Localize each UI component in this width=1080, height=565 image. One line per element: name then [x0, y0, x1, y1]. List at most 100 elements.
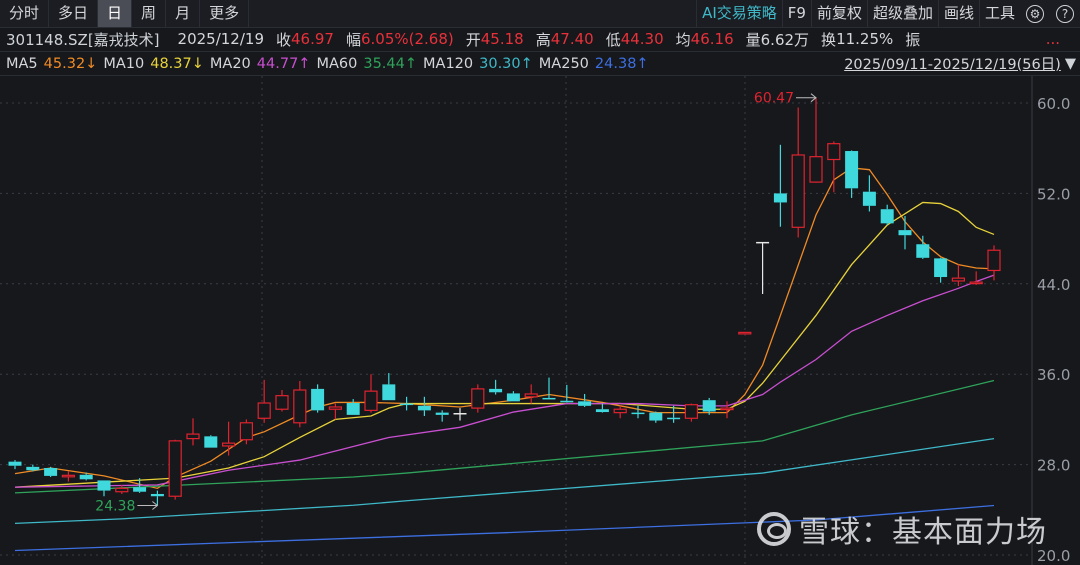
ma-legend-name-ma20[interactable]: MA20: [210, 56, 251, 72]
candle: [987, 245, 1001, 281]
candle-body: [293, 389, 307, 424]
ma-legend-value-ma60: 35.44↑: [363, 55, 418, 72]
ai-strategy-button[interactable]: AI交易策略: [696, 0, 782, 27]
candle: [791, 107, 805, 238]
overlay-button[interactable]: 超级叠加: [866, 0, 938, 27]
xueqiu-logo-icon: [757, 512, 791, 546]
candlestick-chart[interactable]: 60.052.044.036.028.020.060.4724.38: [0, 0, 1080, 565]
quote-date: 2025/12/19: [177, 30, 264, 48]
candle-body: [239, 422, 253, 441]
candle: [453, 408, 467, 421]
open-value: 45.18: [480, 30, 524, 48]
ma-legend-name-ma120[interactable]: MA120: [423, 56, 473, 72]
candle: [61, 471, 76, 482]
watermark: 雪球：基本面力场: [757, 507, 1047, 551]
candle-body: [97, 480, 111, 491]
ma-legend-value-ma250: 24.38↑: [594, 55, 649, 72]
y-tick-label: 44.0: [1037, 276, 1070, 294]
tab-monthly[interactable]: 月: [166, 0, 201, 27]
candle: [97, 480, 111, 497]
candle-body: [934, 258, 948, 278]
candle-body: [115, 487, 129, 493]
candle-body: [44, 467, 58, 476]
candle: [898, 216, 912, 250]
candle-body: [150, 493, 164, 497]
candle-body: [506, 393, 520, 402]
candle: [738, 331, 752, 335]
candle-body: [168, 440, 182, 497]
more-indicator[interactable]: ...: [1046, 30, 1060, 48]
question-icon[interactable]: ?: [1056, 4, 1074, 23]
date-range-selector[interactable]: 2025/09/11-2025/12/19(56日): [844, 53, 1061, 74]
candle-body: [631, 412, 645, 415]
candle-body: [186, 433, 200, 440]
candle: [186, 418, 200, 446]
quote-info: 301148.SZ[嘉戎技术] 2025/12/19 收 46.97 幅 6.05%…: [0, 27, 1080, 51]
candle-body: [898, 230, 912, 236]
tab-multi-day[interactable]: 多日: [49, 0, 99, 27]
high-label: 高: [535, 30, 551, 49]
candle-body: [133, 487, 147, 492]
y-tick-label: 28.0: [1037, 457, 1070, 475]
ma-legend-value-ma120: 30.30↑: [479, 55, 533, 72]
candle: [382, 373, 396, 401]
candle-body: [328, 406, 342, 410]
candle: [8, 460, 22, 470]
candle: [435, 410, 449, 422]
candle-body: [560, 400, 574, 403]
watermark-text: 雪球：基本面力场: [799, 515, 1047, 550]
candle: [916, 235, 930, 259]
candle: [506, 391, 520, 402]
candle-body: [702, 400, 716, 412]
ma-legend-name-ma5[interactable]: MA5: [6, 56, 38, 72]
dropdown-arrow-icon[interactable]: ▼: [1065, 56, 1076, 72]
candle: [560, 384, 574, 403]
candle: [44, 466, 58, 478]
candle: [275, 390, 289, 412]
ma-legend-value-ma5: 45.32↓: [43, 55, 98, 72]
candle-body: [524, 393, 538, 398]
candle: [257, 379, 271, 423]
amplitude-label: 振: [905, 30, 921, 49]
ma-legend-name-ma10[interactable]: MA10: [103, 56, 144, 72]
candle: [364, 374, 378, 413]
candle-body: [595, 409, 609, 413]
candle: [934, 257, 948, 283]
candle-body: [453, 413, 467, 415]
candle-body: [951, 277, 966, 282]
tools-button[interactable]: 工具: [978, 0, 1020, 27]
change-value: 6.05%(2.68): [360, 30, 454, 48]
volume-label: 量: [745, 30, 761, 49]
f9-button[interactable]: F9: [781, 0, 811, 27]
tab-weekly[interactable]: 周: [132, 0, 167, 27]
candle: [542, 377, 556, 400]
tab-daily[interactable]: 日: [98, 0, 133, 27]
tab-intraday[interactable]: 分时: [0, 0, 50, 27]
candle-body: [649, 412, 663, 421]
candle: [489, 379, 503, 395]
candle: [773, 144, 787, 227]
candle-body: [987, 249, 1001, 272]
gear-icon[interactable]: ⚙: [1026, 4, 1044, 23]
turnover-value: 11.25%: [836, 30, 894, 48]
change-label: 幅: [345, 30, 361, 49]
candle-body: [26, 466, 40, 471]
candle: [862, 175, 876, 212]
candle: [880, 204, 894, 226]
ma-legend-name-ma60[interactable]: MA60: [316, 56, 357, 72]
adjust-button[interactable]: 前复权: [810, 0, 867, 27]
close-label: 收: [276, 30, 292, 49]
candle-body: [275, 395, 289, 410]
candle-body: [738, 331, 752, 335]
y-tick-label: 60.0: [1037, 95, 1070, 113]
candle-body: [791, 154, 805, 228]
tab-more[interactable]: 更多: [200, 0, 250, 27]
draw-button[interactable]: 画线: [937, 0, 979, 27]
candle: [951, 264, 966, 287]
candle-body: [684, 404, 699, 419]
ma-legend-name-ma250[interactable]: MA250: [539, 56, 589, 72]
candle-body: [720, 407, 734, 411]
open-label: 开: [465, 30, 481, 49]
candle: [204, 435, 218, 448]
candle-body: [79, 474, 93, 480]
